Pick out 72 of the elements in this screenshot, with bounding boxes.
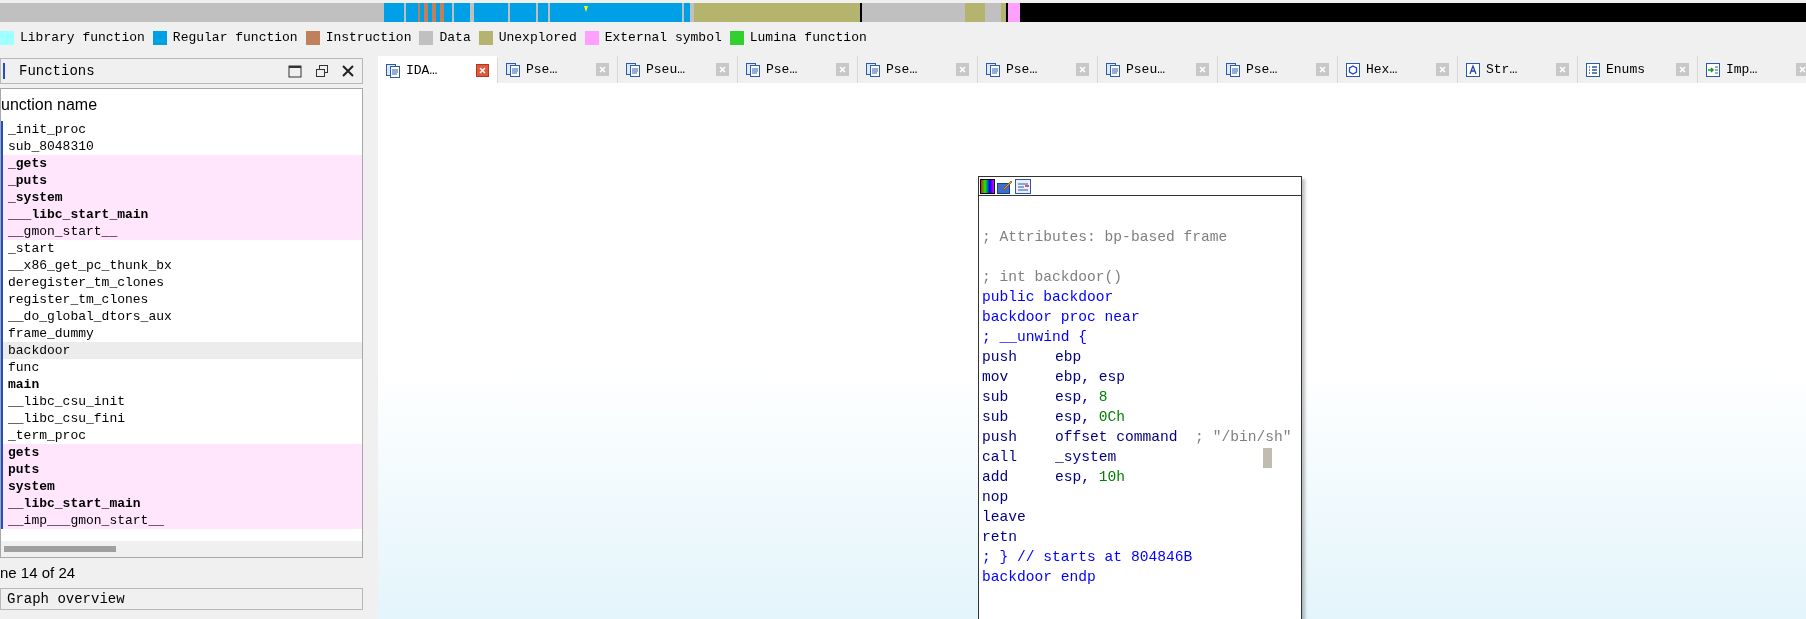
code-line: call _system [982, 448, 1117, 468]
function-row[interactable]: _gets [1, 155, 362, 172]
status-text: ne 14 of 24 [0, 562, 77, 583]
tab[interactable]: Hex… [1338, 56, 1458, 83]
code-line: nop [982, 488, 1010, 508]
code-line: mov ebp, esp [982, 368, 1126, 388]
color-palette-icon[interactable] [980, 178, 995, 194]
document-icon [986, 62, 1000, 77]
legend-label: External symbol [604, 29, 722, 48]
tab[interactable]: Pse… [1218, 56, 1338, 83]
function-row[interactable]: __libc_start_main [1, 495, 362, 512]
code-line: backdoor endp [982, 568, 1096, 588]
tab[interactable]: IDA… [378, 56, 498, 83]
tab[interactable]: Pse… [978, 56, 1098, 83]
document-icon [746, 62, 760, 77]
panel-title: Functions [19, 61, 96, 81]
function-row[interactable]: ___libc_start_main [1, 206, 362, 223]
function-row[interactable]: backdoor [1, 342, 362, 359]
list-icon [1586, 62, 1600, 77]
restore-icon[interactable] [316, 65, 328, 77]
code-line: ; __unwind { [982, 328, 1088, 348]
code-line: retn [982, 528, 1019, 548]
graph-node[interactable] [978, 176, 1302, 619]
function-row[interactable]: _system [1, 189, 362, 206]
function-row[interactable]: puts [1, 461, 362, 478]
column-header[interactable]: unction name [1, 89, 362, 121]
code-line: leave [982, 508, 1027, 528]
document-icon [626, 62, 640, 77]
hexagon-icon [1346, 62, 1360, 77]
legend-label: Unexplored [498, 29, 577, 48]
tab[interactable]: Pse… [738, 56, 858, 83]
navigation-band-drawing[interactable] [0, 0, 1806, 24]
function-row[interactable]: __imp___gmon_start__ [1, 512, 362, 529]
tab[interactable]: Pse… [498, 56, 618, 83]
legend-label: Instruction [325, 29, 412, 48]
function-row[interactable]: _puts [1, 172, 362, 189]
tab[interactable]: Pse… [858, 56, 978, 83]
close-icon[interactable] [342, 65, 354, 77]
code-line: public backdoor [982, 288, 1114, 308]
document-icon [506, 62, 520, 77]
panel-title: Graph overview [7, 589, 125, 609]
function-row[interactable]: __gmon_start__ [1, 223, 362, 240]
maximize-icon[interactable] [288, 64, 302, 78]
code-line: sub esp, 0Ch [982, 408, 1126, 428]
function-row[interactable]: system [1, 478, 362, 495]
code-line: push offset command ; "/bin/sh" [982, 428, 1292, 448]
scrollbar-thumb[interactable] [4, 546, 116, 552]
code-line: ; } // starts at 804846B [982, 548, 1193, 568]
code-line: sub esp, 8 [982, 388, 1108, 408]
function-row[interactable]: gets [1, 444, 362, 461]
code-line: add esp, 10h [982, 468, 1126, 488]
close-icon[interactable] [476, 64, 489, 77]
code-line: backdoor proc near [982, 308, 1140, 328]
tab[interactable]: Str… [1458, 56, 1578, 83]
import-icon [1706, 62, 1720, 77]
legend-label: Regular function [172, 29, 298, 48]
pencil-icon[interactable] [997, 178, 1013, 194]
document-icon [1226, 62, 1240, 77]
tab[interactable]: Enums [1578, 56, 1698, 83]
legend-label: Lumina function [749, 29, 867, 48]
letter-a-icon [1466, 62, 1480, 77]
code-line: ; int backdoor() [982, 268, 1123, 288]
document-icon [866, 62, 880, 77]
code-line: ; Attributes: bp-based frame [982, 228, 1228, 248]
document-icon [1106, 62, 1120, 77]
tab[interactable]: Pseu… [1098, 56, 1218, 83]
code-line: push ebp [982, 348, 1082, 368]
document-icon [386, 63, 400, 78]
graph-view-icon[interactable] [1015, 178, 1031, 194]
legend-label: Data [439, 29, 471, 48]
tab[interactable]: Pseu… [618, 56, 738, 83]
legend-label: Library function [20, 29, 145, 48]
